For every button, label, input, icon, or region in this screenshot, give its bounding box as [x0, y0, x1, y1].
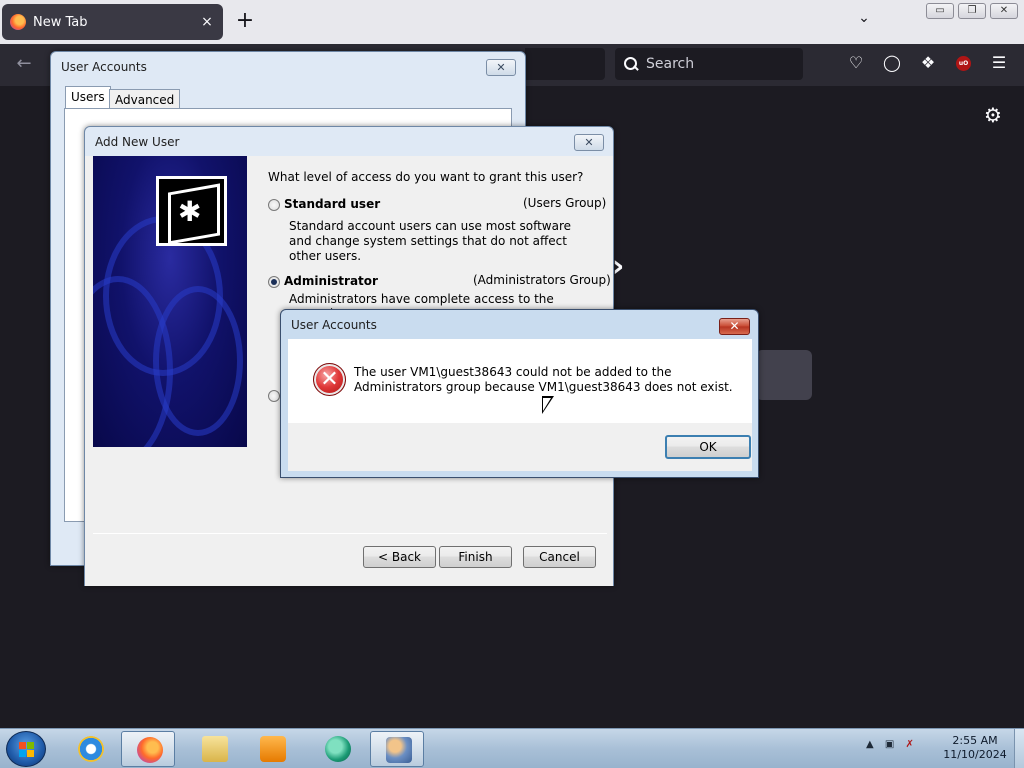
show-hidden-icons-icon[interactable]: ▲ — [866, 739, 874, 750]
search-icon — [623, 56, 639, 72]
user-accounts-title: User Accounts — [61, 60, 147, 74]
error-icon: ✕ — [313, 363, 346, 396]
folder-icon — [202, 736, 228, 762]
clock-time: 2:55 AM — [952, 734, 998, 747]
error-content: ✕ The user VM1\guest38643 could not be a… — [288, 339, 752, 423]
start-button[interactable] — [6, 731, 46, 767]
error-dialog-title: User Accounts — [291, 318, 377, 332]
close-window-button[interactable]: ✕ — [990, 3, 1018, 19]
tab-new-tab[interactable]: New Tab × — [2, 4, 223, 40]
separator — [93, 533, 607, 534]
taskbar-user-accounts[interactable] — [370, 731, 424, 767]
clock[interactable]: 2:55 AM 11/10/2024 — [938, 734, 1012, 762]
tab-title: New Tab — [33, 14, 88, 30]
ok-button[interactable]: OK — [665, 435, 751, 459]
access-question: What level of access do you want to gran… — [268, 170, 584, 184]
error-footer: OK — [288, 423, 752, 471]
taskbar-media-player[interactable] — [245, 731, 299, 767]
close-icon[interactable]: ✕ — [574, 134, 604, 151]
tab-close-icon[interactable]: × — [199, 14, 215, 30]
pocket-icon[interactable]: ♡ — [845, 52, 867, 74]
standard-user-group: (Users Group) — [523, 196, 607, 210]
taskbar: ▲ ▣ ✗ 2:55 AM 11/10/2024 — [0, 728, 1024, 768]
network-icon[interactable]: ▣ — [885, 739, 894, 750]
administrator-group: (Administrators Group) — [473, 273, 611, 287]
system-tray: ▲ ▣ ✗ — [866, 739, 914, 750]
back-button[interactable]: ← — [12, 54, 36, 76]
add-new-user-title: Add New User — [95, 135, 180, 149]
taskbar-internet-explorer[interactable] — [63, 731, 117, 767]
firefox-icon — [10, 14, 26, 30]
app-icon — [325, 736, 351, 762]
close-icon[interactable]: ✕ — [486, 59, 516, 76]
taskbar-app[interactable] — [310, 731, 364, 767]
taskbar-firefox[interactable] — [121, 731, 175, 767]
restore-button[interactable]: ❐ — [958, 3, 986, 19]
tab-users[interactable]: Users — [65, 86, 111, 110]
extensions-icon[interactable]: ❖ — [917, 52, 939, 74]
tab-strip: New Tab × + ⌄ ▭ ❐ ✕ — [0, 0, 1024, 44]
standard-user-label: Standard user — [284, 197, 381, 211]
volume-muted-icon[interactable]: ✗ — [906, 739, 914, 750]
list-all-tabs-button[interactable]: ⌄ — [853, 10, 875, 32]
internet-explorer-icon — [78, 736, 104, 762]
shortcut-tile[interactable] — [756, 350, 812, 400]
clock-date: 11/10/2024 — [943, 748, 1007, 761]
new-tab-button[interactable]: + — [233, 9, 257, 33]
standard-user-description: Standard account users can use most soft… — [289, 219, 572, 263]
error-dialog: User Accounts ✕ ✕ The user VM1\guest3864… — [280, 309, 759, 478]
media-player-icon — [260, 736, 286, 762]
ublock-origin-icon[interactable]: uO — [956, 56, 971, 71]
finish-button[interactable]: Finish — [439, 546, 512, 568]
close-icon[interactable]: ✕ — [719, 318, 750, 335]
search-placeholder: Search — [646, 56, 695, 72]
menu-icon[interactable]: ☰ — [988, 52, 1010, 74]
administrator-radio[interactable] — [268, 276, 280, 288]
user-accounts-icon — [386, 737, 412, 763]
administrator-label: Administrator — [284, 274, 378, 288]
search-box[interactable]: Search — [615, 48, 803, 80]
url-bar[interactable] — [525, 48, 605, 80]
taskbar-file-explorer[interactable] — [187, 731, 241, 767]
settings-gear-icon[interactable]: ⚙ — [982, 104, 1004, 126]
wizard-banner-image: ✱ — [93, 156, 247, 447]
firefox-account-icon[interactable]: ◯ — [881, 52, 903, 74]
standard-user-radio[interactable] — [268, 199, 280, 211]
key-icon: ✱ — [156, 176, 227, 246]
error-message: The user VM1\guest38643 could not be add… — [354, 365, 733, 394]
show-desktop-button[interactable] — [1014, 729, 1024, 768]
minimize-button[interactable]: ▭ — [926, 3, 954, 19]
other-radio[interactable] — [268, 390, 280, 402]
firefox-icon — [137, 737, 163, 763]
back-button[interactable]: < Back — [363, 546, 436, 568]
cancel-button[interactable]: Cancel — [523, 546, 596, 568]
